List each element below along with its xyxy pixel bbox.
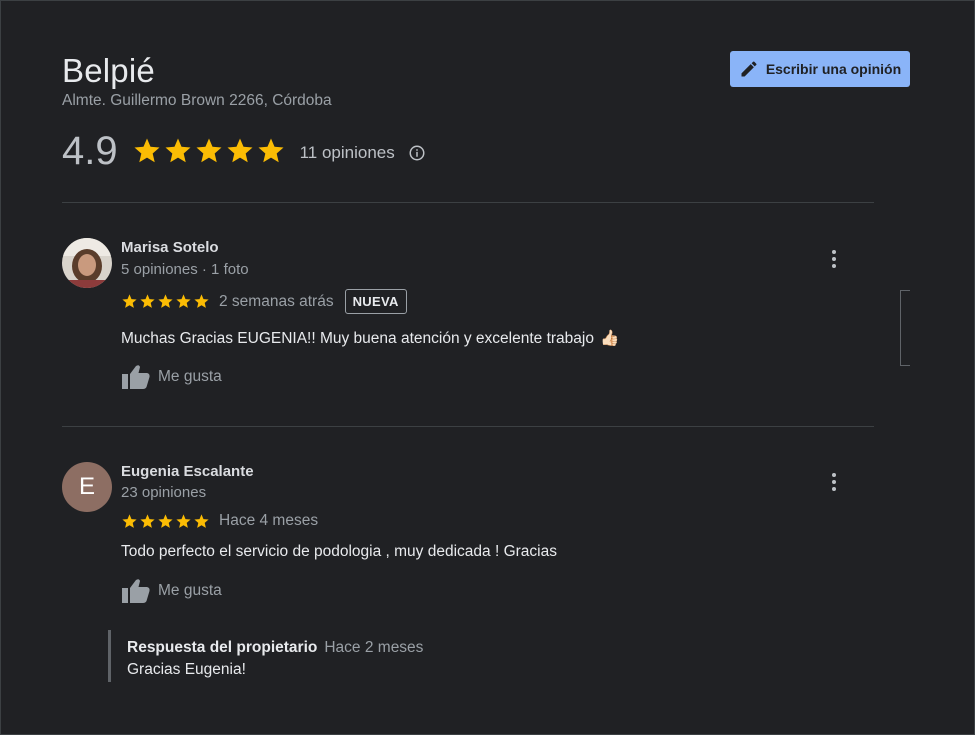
review-date: Hace 4 meses [219, 512, 319, 529]
owner-reply: Respuesta del propietario Hace 2 meses G… [108, 630, 708, 682]
divider [62, 202, 874, 203]
review-text: Muchas Gracias EUGENIA!! Muy buena atenc… [121, 329, 619, 348]
divider [62, 426, 874, 427]
like-button[interactable]: Me gusta [121, 578, 222, 604]
write-review-label: Escribir una opinión [765, 61, 902, 77]
star-icon [194, 294, 209, 308]
avatar[interactable] [62, 238, 112, 288]
review-rating-row: 2 semanas atrás NUEVA [121, 289, 407, 314]
owner-reply-label: Respuesta del propietario [127, 639, 318, 656]
avatar[interactable]: E [62, 462, 112, 512]
review-stars [121, 293, 210, 310]
star-icon [194, 513, 209, 528]
rating-summary: 4.9 11 opiniones [62, 128, 426, 174]
like-label: Me gusta [158, 368, 222, 385]
star-icon [176, 513, 191, 528]
thumbs-up-emoji: 👍🏻 [600, 330, 620, 347]
reviewer-name[interactable]: Eugenia Escalante [121, 463, 254, 480]
info-icon[interactable] [408, 144, 426, 162]
review-count: 11 opiniones [299, 143, 395, 162]
business-name: Belpié [62, 52, 155, 89]
owner-reply-text: Gracias Eugenia! [127, 661, 246, 678]
star-icon [258, 138, 284, 163]
like-button[interactable]: Me gusta [121, 364, 222, 390]
write-review-button[interactable]: Escribir una opinión [730, 51, 910, 87]
review-stars [121, 513, 210, 530]
more-vert-icon[interactable] [826, 471, 842, 493]
star-icon [122, 513, 137, 528]
star-icon [140, 294, 155, 308]
owner-reply-header: Respuesta del propietario Hace 2 meses [127, 639, 708, 657]
more-vert-icon[interactable] [826, 248, 842, 270]
review-body: Muchas Gracias EUGENIA!! Muy buena atenc… [121, 329, 594, 347]
star-icon [158, 294, 173, 308]
reviewer-name[interactable]: Marisa Sotelo [121, 239, 219, 256]
star-icon [140, 513, 155, 528]
thumbs-up-icon [122, 579, 150, 603]
star-icon [196, 138, 222, 163]
review-rating-row: Hace 4 meses [121, 512, 318, 530]
reviewer-photo [62, 238, 112, 288]
reviewer-meta: 5 opiniones · 1 foto [121, 261, 249, 278]
star-icon [176, 294, 191, 308]
rating-stars [132, 136, 286, 166]
business-address: Almte. Guillermo Brown 2266, Córdoba [62, 92, 332, 109]
scrollbar[interactable] [900, 290, 910, 366]
pencil-icon [741, 61, 757, 77]
new-badge: NUEVA [344, 289, 407, 314]
average-rating: 4.9 [62, 129, 118, 173]
thumbs-up-icon [122, 365, 150, 389]
review-text: Todo perfecto el servicio de podologia ,… [121, 543, 557, 561]
review-body: Todo perfecto el servicio de podologia ,… [121, 543, 557, 560]
star-icon [165, 138, 191, 163]
star-icon [122, 294, 137, 308]
star-icon [158, 513, 173, 528]
star-icon [227, 138, 253, 163]
owner-reply-date: Hace 2 meses [324, 639, 424, 656]
review-date: 2 semanas atrás [219, 292, 334, 310]
like-label: Me gusta [158, 582, 222, 599]
reviewer-meta: 23 opiniones [121, 484, 207, 501]
star-icon [134, 138, 160, 163]
